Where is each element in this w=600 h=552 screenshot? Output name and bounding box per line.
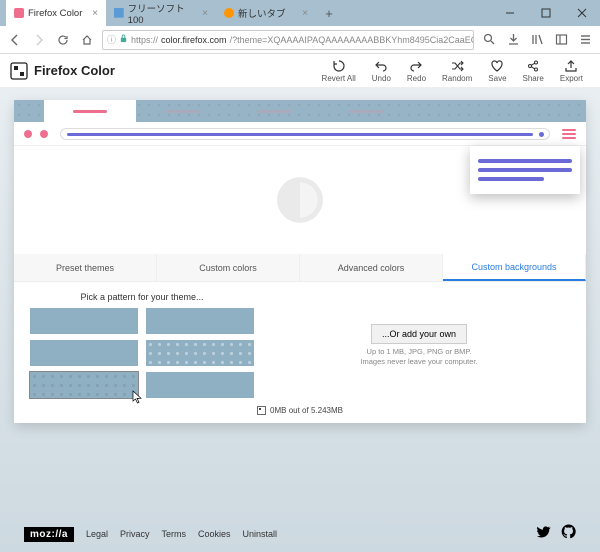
footer-link-cookies[interactable]: Cookies xyxy=(198,529,231,539)
close-tab-icon[interactable]: × xyxy=(92,8,98,19)
browser-toolbar: ⓘ https://color.firefox.com/?theme=XQAAA… xyxy=(0,26,600,54)
undo-button[interactable]: Undo xyxy=(365,59,398,83)
window-controls xyxy=(492,0,600,26)
mozilla-logo[interactable]: moz://a xyxy=(24,527,74,542)
add-own-column: ...Or add your own Up to 1 MB, JPG, PNG … xyxy=(268,292,570,398)
redo-button[interactable]: Redo xyxy=(400,59,433,83)
tab-custom-colors[interactable]: Custom colors xyxy=(157,254,300,281)
tab-panel: Preset themes Custom colors Advanced col… xyxy=(14,254,586,423)
revert-icon xyxy=(332,59,346,73)
search-icon[interactable] xyxy=(480,31,498,49)
preview-tab-active xyxy=(44,100,136,122)
undo-icon xyxy=(374,59,388,73)
favicon-page xyxy=(114,8,124,18)
pattern-swatch-solid[interactable] xyxy=(146,308,254,334)
nav-reload-button[interactable] xyxy=(54,31,72,49)
new-tab-button[interactable]: + xyxy=(316,0,342,26)
preview-dot-icon xyxy=(24,130,32,138)
footer-link-privacy[interactable]: Privacy xyxy=(120,529,150,539)
preview-tab-inactive xyxy=(136,100,228,122)
url-path: /?theme=XQAAAAIPAQAAAAAAAABBKYhm8495Cia2… xyxy=(230,35,474,45)
preview-menu-icon xyxy=(562,129,576,139)
preview-toolbar xyxy=(14,122,586,146)
add-own-button[interactable]: ...Or add your own xyxy=(371,324,467,344)
app-actions: Revert All Undo Redo Random Save Share E… xyxy=(315,59,590,83)
window-maximize-button[interactable] xyxy=(528,0,564,26)
content-area: Preset themes Custom colors Advanced col… xyxy=(0,88,600,552)
export-button[interactable]: Export xyxy=(553,59,590,83)
library-icon[interactable] xyxy=(528,31,546,49)
footer-link-legal[interactable]: Legal xyxy=(86,529,108,539)
footer-link-uninstall[interactable]: Uninstall xyxy=(243,529,278,539)
add-own-help: Up to 1 MB, JPG, PNG or BMP. Images neve… xyxy=(360,347,477,367)
pattern-swatch-solid[interactable] xyxy=(146,372,254,398)
app-title: Firefox Color xyxy=(34,63,115,78)
close-tab-icon[interactable]: × xyxy=(302,8,308,19)
export-icon xyxy=(564,59,578,73)
app-logo: Firefox Color xyxy=(10,62,115,80)
nav-forward-button[interactable] xyxy=(30,31,48,49)
footer-link-terms[interactable]: Terms xyxy=(162,529,187,539)
window-tab-strip: Firefox Color × フリーソフト100 × 新しいタブ × + xyxy=(0,0,600,26)
site-info-icon[interactable]: ⓘ xyxy=(107,33,116,46)
lock-icon xyxy=(119,34,128,45)
url-prefix: https:// xyxy=(131,35,158,45)
tab-preset-themes[interactable]: Preset themes xyxy=(14,254,157,281)
window-close-button[interactable] xyxy=(564,0,600,26)
theme-preview: Preset themes Custom colors Advanced col… xyxy=(14,100,586,423)
download-icon[interactable] xyxy=(504,31,522,49)
github-icon[interactable] xyxy=(561,524,576,544)
window-tab-firefox-color[interactable]: Firefox Color × xyxy=(6,0,106,26)
window-minimize-button[interactable] xyxy=(492,0,528,26)
pattern-swatch-solid[interactable] xyxy=(30,340,138,366)
preview-menu-popup xyxy=(470,146,580,194)
menu-icon[interactable] xyxy=(576,31,594,49)
share-icon xyxy=(526,59,540,73)
preview-tab-inactive xyxy=(228,100,320,122)
revert-all-button[interactable]: Revert All xyxy=(315,59,363,83)
footer: moz://a Legal Privacy Terms Cookies Unin… xyxy=(14,522,586,546)
save-button[interactable]: Save xyxy=(481,59,513,83)
favicon-firefox-color xyxy=(14,8,24,18)
cursor-icon xyxy=(132,390,142,404)
panel-heading: Pick a pattern for your theme... xyxy=(30,292,254,302)
panel-body: Pick a pattern for your theme... xyxy=(14,282,586,423)
storage-usage: 0MB out of 5.243MB xyxy=(30,406,570,415)
url-bar[interactable]: ⓘ https://color.firefox.com/?theme=XQAAA… xyxy=(102,30,474,50)
favicon-firefox xyxy=(224,8,234,18)
twitter-icon[interactable] xyxy=(536,524,551,544)
tab-label: 新しいタブ xyxy=(238,6,286,20)
window-tab-freesoft[interactable]: フリーソフト100 × xyxy=(106,0,216,26)
tab-advanced-colors[interactable]: Advanced colors xyxy=(300,254,443,281)
shuffle-icon xyxy=(450,59,464,73)
preview-tab-inactive xyxy=(320,100,412,122)
pattern-swatch-dots-light[interactable] xyxy=(146,340,254,366)
tab-custom-backgrounds[interactable]: Custom backgrounds xyxy=(443,254,586,281)
url-domain: color.firefox.com xyxy=(161,35,227,45)
window-tab-new[interactable]: 新しいタブ × xyxy=(216,0,316,26)
pattern-swatch-solid[interactable] xyxy=(30,308,138,334)
firefox-watermark-icon xyxy=(274,174,326,226)
heart-icon xyxy=(490,59,504,73)
sidebar-icon[interactable] xyxy=(552,31,570,49)
pattern-swatch-dots-dark[interactable] xyxy=(30,372,138,398)
nav-home-button[interactable] xyxy=(78,31,96,49)
tab-bar: Preset themes Custom colors Advanced col… xyxy=(14,254,586,282)
pattern-grid xyxy=(30,308,254,398)
tab-label: フリーソフト100 xyxy=(128,1,198,26)
preview-tab-strip xyxy=(14,100,586,122)
nav-back-button[interactable] xyxy=(6,31,24,49)
storage-icon xyxy=(257,406,266,415)
share-button[interactable]: Share xyxy=(516,59,551,83)
preview-dot-icon xyxy=(40,130,48,138)
firefox-color-logo-icon xyxy=(10,62,28,80)
tab-label: Firefox Color xyxy=(28,8,82,19)
preview-url-bar xyxy=(60,128,550,140)
redo-icon xyxy=(409,59,423,73)
random-button[interactable]: Random xyxy=(435,59,479,83)
close-tab-icon[interactable]: × xyxy=(202,8,208,19)
app-header: Firefox Color Revert All Undo Redo Rando… xyxy=(0,54,600,88)
